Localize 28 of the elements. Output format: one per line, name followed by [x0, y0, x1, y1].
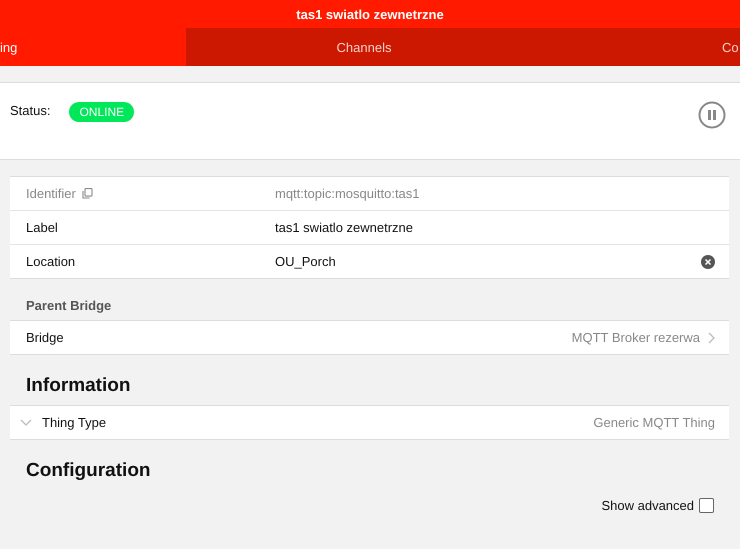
- status-badge: ONLINE: [69, 102, 134, 122]
- copy-icon[interactable]: [82, 188, 93, 199]
- status-label: Status:: [10, 103, 50, 118]
- row-value: mqtt:topic:mosquitto:tas1: [275, 186, 421, 201]
- checkbox-label: Show advanced: [601, 498, 694, 513]
- row-value[interactable]: tas1 swiatlo zewnetrzne: [275, 220, 715, 235]
- tab[interactable]: Channels: [186, 28, 542, 66]
- row-label: Thing Type: [42, 415, 106, 430]
- checkbox[interactable]: [699, 498, 714, 513]
- chevron-down-icon: [20, 418, 32, 426]
- row-label: Bridge: [26, 330, 65, 345]
- page-title: tas1 swiatlo zewnetrzne: [296, 6, 444, 22]
- tab[interactable]: Co: [542, 28, 740, 66]
- section-heading: Configuration: [25, 459, 152, 483]
- clear-icon[interactable]: [701, 254, 715, 268]
- row-label: Identifier: [26, 186, 76, 201]
- row-value: MQTT Broker rezerwa: [572, 330, 700, 345]
- bridge-row[interactable]: Bridge MQTT Broker rezerwa: [10, 321, 729, 354]
- row-value[interactable]: OU_Porch: [275, 254, 701, 269]
- section-heading: Information: [25, 374, 132, 398]
- row-label: Label: [26, 220, 58, 235]
- row-label: Location: [26, 254, 76, 269]
- thing-type-row[interactable]: Thing Type Generic MQTT Thing: [10, 406, 729, 439]
- chevron-right-icon: [707, 332, 715, 344]
- section-subheading: Parent Bridge: [25, 297, 112, 315]
- row-value: Generic MQTT Thing: [593, 415, 715, 430]
- pause-button[interactable]: [698, 101, 726, 129]
- tab[interactable]: ing: [0, 28, 186, 66]
